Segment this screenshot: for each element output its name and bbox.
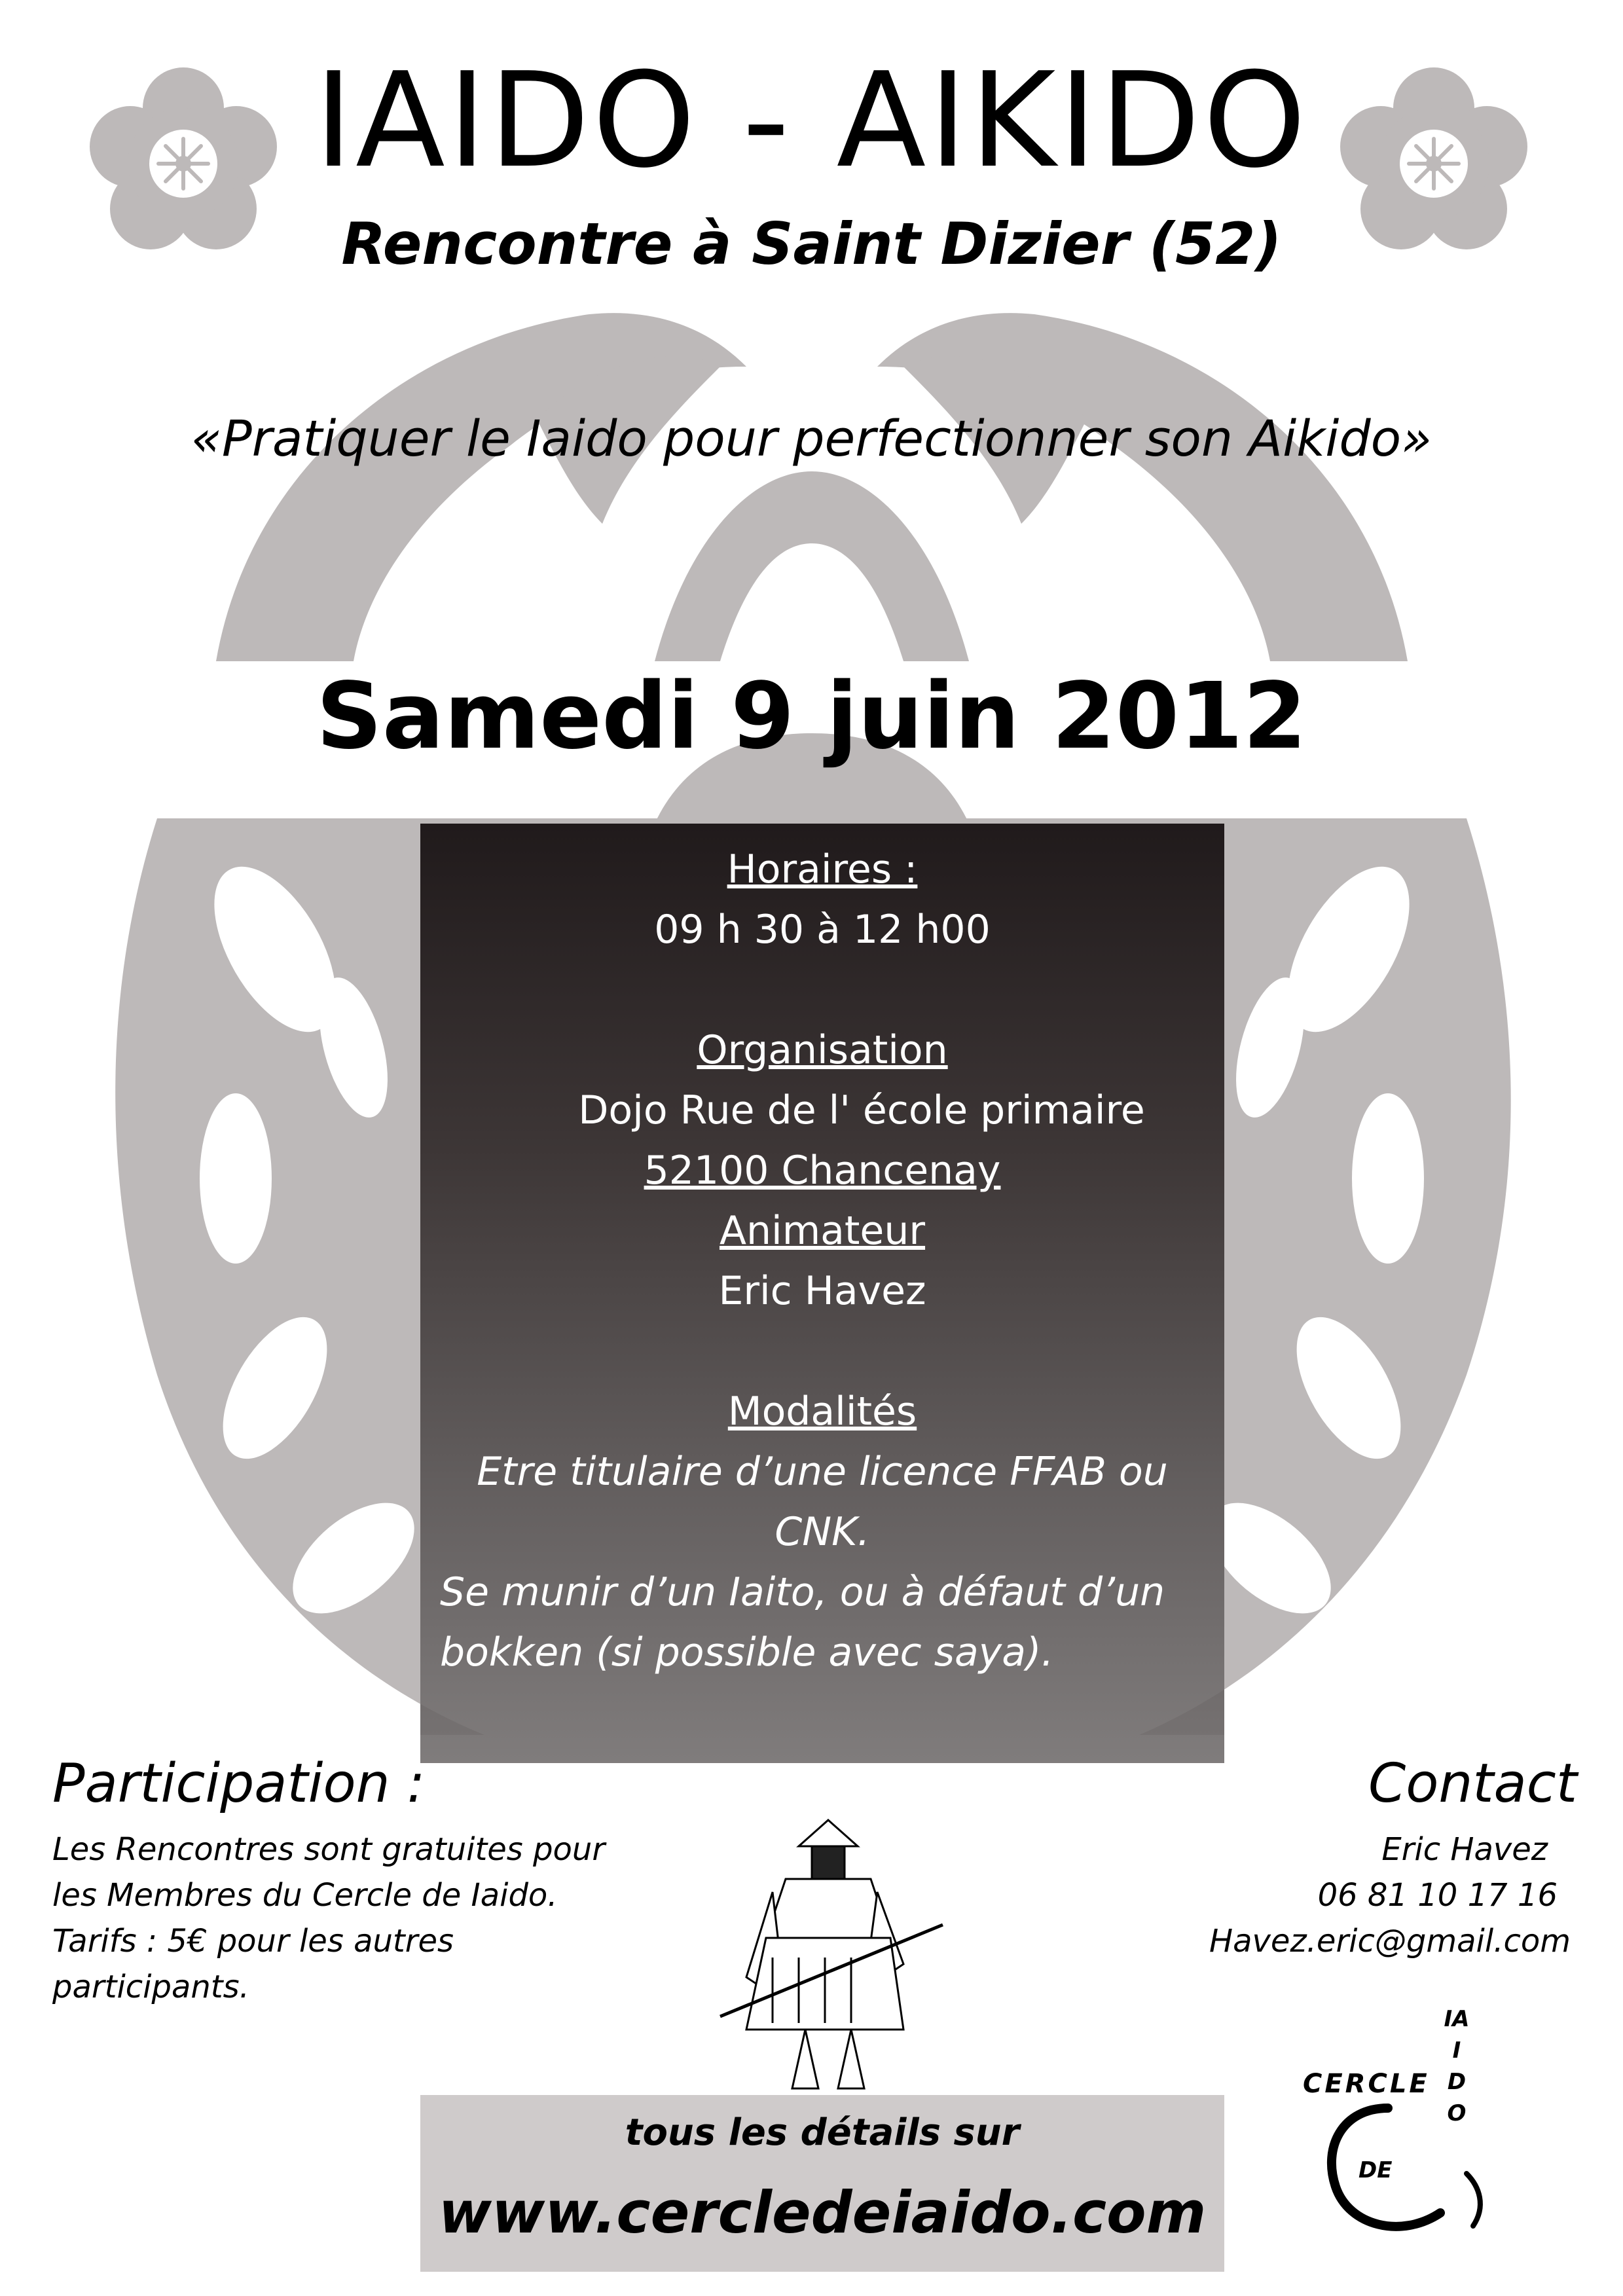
details-label: tous les détails sur — [625, 2111, 1020, 2154]
event-date: Samedi 9 juin 2012 — [316, 663, 1307, 770]
contact-email[interactable]: Havez.eric@gmail.com — [1209, 1918, 1571, 1964]
organisation-heading: Organisation — [697, 1027, 948, 1073]
logo-text-iaido: IAIDO — [1444, 2006, 1470, 2126]
details-box: tous les détails sur www.cercledeiaido.c… — [420, 2095, 1224, 2272]
modalites-heading: Modalités — [727, 1389, 917, 1434]
modalites-line: CNK. — [775, 1509, 870, 1555]
participation-line: les Membres du Cercle de Iaido. — [52, 1877, 558, 1914]
info-panel: Horaires : 09 h 30 à 12 h00 Organisation… — [420, 824, 1224, 1763]
animateur-value: Eric Havez — [718, 1268, 926, 1314]
samurai-illustration — [720, 1818, 943, 2090]
logo-text-de: DE — [1359, 2157, 1393, 2183]
event-subtitle: Rencontre à Saint Dizier (52) — [341, 210, 1282, 278]
horaires-heading: Horaires : — [727, 847, 918, 892]
contact-phone: 06 81 10 17 16 — [1317, 1877, 1558, 1914]
participation-line: participants. — [52, 1969, 249, 2005]
contact-name: Eric Havez — [1381, 1831, 1548, 1868]
horaires-value: 09 h 30 à 12 h00 — [654, 907, 991, 953]
participation-line: Les Rencontres sont gratuites pour — [52, 1831, 606, 1868]
modalites-line: Etre titulaire d’une licence FFAB ou — [477, 1449, 1168, 1495]
cercle-de-iaido-logo: CERCLE DE IAIDO — [1296, 1990, 1519, 2252]
logo-text-cercle: CERCLE — [1303, 2069, 1430, 2099]
organisation-city: 52100 Chancenay — [644, 1148, 1001, 1194]
animateur-heading: Animateur — [719, 1208, 926, 1254]
participation-line: Tarifs : 5€ pour les autres — [52, 1923, 454, 1959]
contact-title: Contact — [1368, 1753, 1577, 1815]
modalites-line: Se munir d’un Iaito, ou à défaut d’un — [440, 1569, 1165, 1615]
event-quote: «Pratiquer le Iaido pour perfectionner s… — [191, 409, 1432, 467]
website-link[interactable]: www.cercledeiaido.com — [420, 2174, 1224, 2252]
participation-title: Participation : — [52, 1753, 426, 1815]
modalites-line: bokken (si possible avec saya). — [440, 1630, 1054, 1675]
page-title: IAIDO - AIKIDO — [314, 45, 1309, 197]
organisation-address: Dojo Rue de l' école primaire — [578, 1087, 1145, 1133]
